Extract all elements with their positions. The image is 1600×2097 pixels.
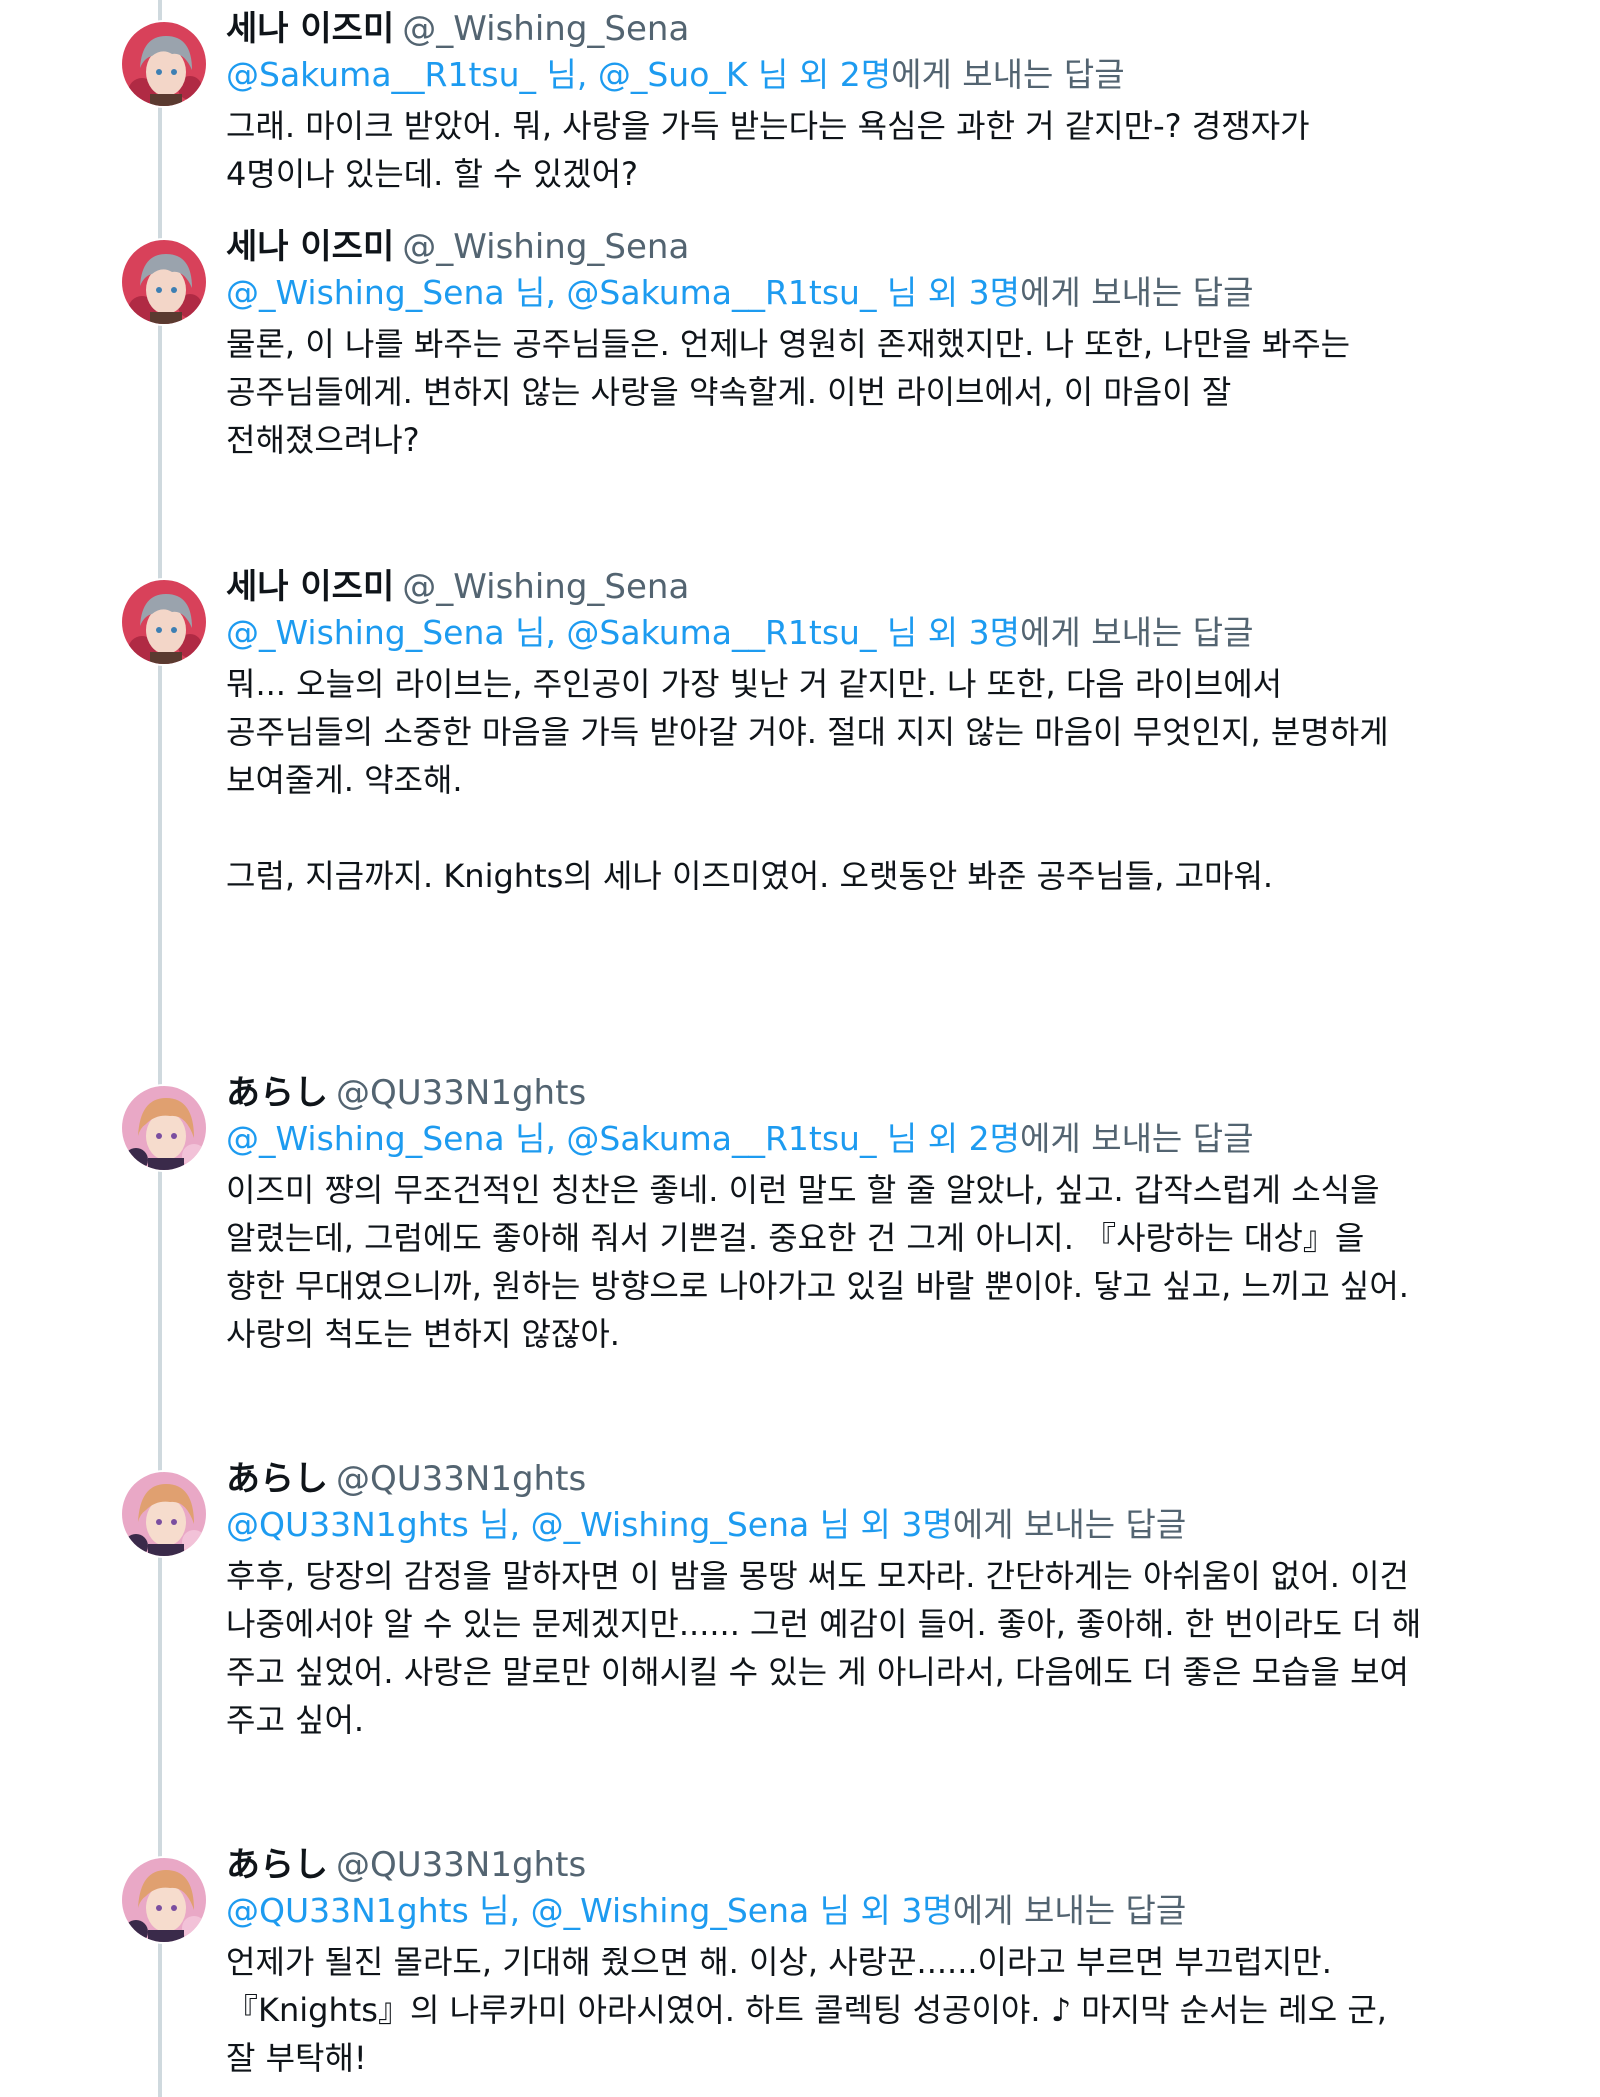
reply-suffix: 에게 보내는 답글 — [1020, 273, 1254, 312]
tweet-header: 세나 이즈미 @_Wishing_Sena — [226, 564, 1496, 610]
user-handle[interactable]: @_Wishing_Sena — [402, 567, 689, 607]
user-handle[interactable]: @QU33N1ghts — [336, 1845, 586, 1885]
avatar[interactable] — [120, 1856, 208, 1944]
avatar-image — [122, 1472, 206, 1556]
avatar-image — [122, 240, 206, 324]
display-name[interactable]: 세나 이즈미 — [226, 567, 394, 607]
avatar-image — [122, 580, 206, 664]
avatar-image — [122, 22, 206, 106]
display-name[interactable]: 세나 이즈미 — [226, 227, 394, 267]
reply-to-line: @Sakuma__R1tsu_ 님, @_Suo_K 님 외 2명에게 보내는 … — [226, 52, 1496, 98]
tweet-text: 언제가 될진 몰라도, 기대해 줬으면 해. 이상, 사랑꾼......이라고 … — [226, 1943, 1387, 2077]
user-handle[interactable]: @_Wishing_Sena — [402, 9, 689, 49]
reply-mentions-link[interactable]: @Sakuma__R1tsu_ 님, @_Suo_K 님 외 2명 — [226, 55, 891, 94]
reply-suffix: 에게 보내는 답글 — [891, 55, 1125, 94]
user-handle[interactable]: @_Wishing_Sena — [402, 227, 689, 267]
display-name[interactable]: 세나 이즈미 — [226, 9, 394, 49]
avatar-image — [122, 1086, 206, 1170]
tweet-header: あらし @QU33N1ghts — [226, 1842, 1496, 1888]
reply-mentions-link[interactable]: @QU33N1ghts 님, @_Wishing_Sena 님 외 3명 — [226, 1891, 953, 1930]
avatar[interactable] — [120, 1470, 208, 1558]
avatar[interactable] — [120, 578, 208, 666]
tweet-text: 물론, 이 나를 봐주는 공주님들은. 언제나 영원히 존재했지만. 나 또한,… — [226, 325, 1351, 459]
reply-to-line: @_Wishing_Sena 님, @Sakuma__R1tsu_ 님 외 3명… — [226, 270, 1496, 316]
reply-to-line: @_Wishing_Sena 님, @Sakuma__R1tsu_ 님 외 2명… — [226, 1116, 1496, 1162]
avatar[interactable] — [120, 1084, 208, 1172]
avatar-image — [122, 1858, 206, 1942]
reply-mentions-link[interactable]: @_Wishing_Sena 님, @Sakuma__R1tsu_ 님 외 3명 — [226, 273, 1020, 312]
tweet-header: 세나 이즈미 @_Wishing_Sena — [226, 6, 1496, 52]
reply-to-line: @_Wishing_Sena 님, @Sakuma__R1tsu_ 님 외 3명… — [226, 610, 1496, 656]
user-handle[interactable]: @QU33N1ghts — [336, 1073, 586, 1113]
display-name[interactable]: あらし — [226, 1073, 328, 1113]
tweet-header: あらし @QU33N1ghts — [226, 1070, 1496, 1116]
reply-to-line: @QU33N1ghts 님, @_Wishing_Sena 님 외 3명에게 보… — [226, 1888, 1496, 1934]
reply-suffix: 에게 보내는 답글 — [1020, 1119, 1254, 1158]
tweet-text: 이즈미 쨩의 무조건적인 칭찬은 좋네. 이런 말도 할 줄 알았나, 싶고. … — [226, 1171, 1409, 1353]
tweet-text: 그래. 마이크 받았어. 뭐, 사랑을 가득 받는다는 욕심은 과한 거 같지만… — [226, 107, 1310, 193]
tweet-text: 뭐... 오늘의 라이브는, 주인공이 가장 빛난 거 같지만. 나 또한, 다… — [226, 665, 1389, 895]
avatar[interactable] — [120, 238, 208, 326]
reply-suffix: 에게 보내는 답글 — [1020, 613, 1254, 652]
avatar[interactable] — [120, 20, 208, 108]
reply-mentions-link[interactable]: @QU33N1ghts 님, @_Wishing_Sena 님 외 3명 — [226, 1505, 953, 1544]
tweet-header: 세나 이즈미 @_Wishing_Sena — [226, 224, 1496, 270]
tweet-header: あらし @QU33N1ghts — [226, 1456, 1496, 1502]
reply-suffix: 에게 보내는 답글 — [952, 1891, 1187, 1930]
reply-mentions-link[interactable]: @_Wishing_Sena 님, @Sakuma__R1tsu_ 님 외 2명 — [226, 1119, 1020, 1158]
user-handle[interactable]: @QU33N1ghts — [336, 1459, 586, 1499]
display-name[interactable]: あらし — [226, 1845, 328, 1885]
reply-to-line: @QU33N1ghts 님, @_Wishing_Sena 님 외 3명에게 보… — [226, 1502, 1496, 1548]
display-name[interactable]: あらし — [226, 1459, 328, 1499]
reply-suffix: 에게 보내는 답글 — [952, 1505, 1187, 1544]
reply-mentions-link[interactable]: @_Wishing_Sena 님, @Sakuma__R1tsu_ 님 외 3명 — [226, 613, 1020, 652]
tweet-text: 후후, 당장의 감정을 말하자면 이 밤을 몽땅 써도 모자라. 간단하게는 아… — [226, 1557, 1422, 1739]
